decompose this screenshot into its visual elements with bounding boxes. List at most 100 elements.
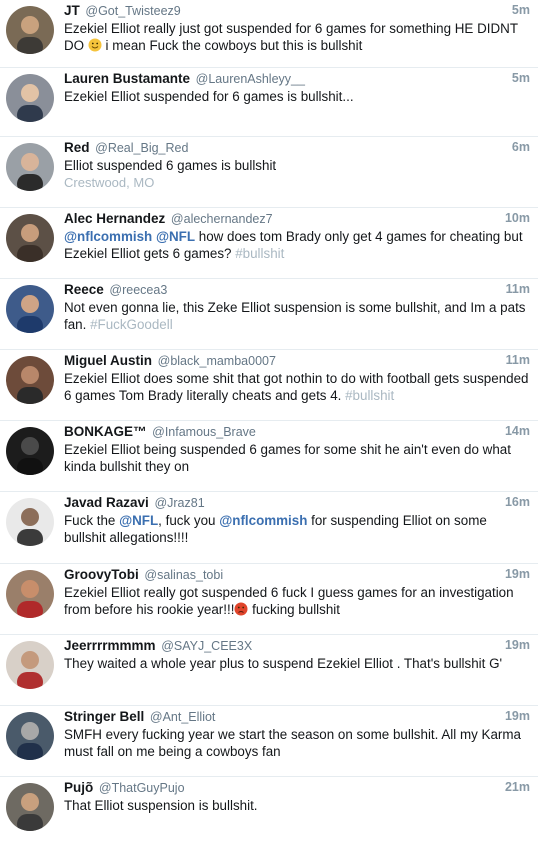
avatar-photo-icon <box>6 427 54 475</box>
tweet-text: Ezekiel Elliot does some shit that got n… <box>64 370 530 404</box>
user-handle[interactable]: @salinas_tobi <box>144 568 223 582</box>
display-name[interactable]: Lauren Bustamante <box>64 71 190 86</box>
avatar[interactable] <box>6 285 54 333</box>
tweet-row[interactable]: Javad Razavi @Jraz81 16m Fuck the @NFL, fu… <box>0 492 538 564</box>
display-name[interactable]: Alec Hernandez <box>64 211 165 226</box>
avatar[interactable] <box>6 74 54 122</box>
tweet-header: Stringer Bell @Ant_Elliot 19m <box>64 708 530 725</box>
avatar-photo-icon <box>6 570 54 618</box>
avatar-photo-icon <box>6 6 54 54</box>
avatar-photo-icon <box>6 214 54 262</box>
avatar[interactable] <box>6 143 54 191</box>
tweet-content: Stringer Bell @Ant_Elliot 19m SMFH every f… <box>64 708 530 760</box>
avatar-photo-icon <box>6 285 54 333</box>
timestamp[interactable]: 5m <box>512 2 530 19</box>
avatar[interactable] <box>6 783 54 831</box>
smiling-face-emoji <box>88 38 102 52</box>
tweet-header: Pujõ @ThatGuyPujo 21m <box>64 779 530 796</box>
tweet-row[interactable]: JT @Got_Twisteez9 5m Ezekiel Elliot really… <box>0 0 538 68</box>
tweet-feed: JT @Got_Twisteez9 5m Ezekiel Elliot really… <box>0 0 538 841</box>
tweet-content: Javad Razavi @Jraz81 16m Fuck the @NFL, fu… <box>64 494 530 546</box>
tweet-row[interactable]: Miguel Austin @black_mamba0007 11m Ezekiel… <box>0 350 538 421</box>
user-handle[interactable]: @Infamous_Brave <box>152 425 256 439</box>
avatar[interactable] <box>6 570 54 618</box>
tweet-row[interactable]: Red @Real_Big_Red 6m Elliot suspended 6 ga… <box>0 137 538 208</box>
user-handle[interactable]: @reecea3 <box>109 283 167 297</box>
tweet-row[interactable]: Pujõ @ThatGuyPujo 21m That Elliot suspensi… <box>0 777 538 841</box>
mention-link[interactable]: @NFL <box>156 229 195 244</box>
tweet-content: BONKAGE™ @Infamous_Brave 14m Ezekiel Ellio… <box>64 423 530 475</box>
tweet-text: Ezekiel Elliot being suspended 6 games f… <box>64 441 530 475</box>
tweet-text: Ezekiel Elliot really got suspended 6 fu… <box>64 584 530 618</box>
avatar-photo-icon <box>6 712 54 760</box>
tweet-content: Alec Hernandez @alechernandez7 10m @nflcom… <box>64 210 530 262</box>
tweet-row[interactable]: Jeerrrrmmmm @SAYJ_CEE3X 19m They waited a … <box>0 635 538 706</box>
timestamp[interactable]: 19m <box>505 566 530 583</box>
timestamp[interactable]: 14m <box>505 423 530 440</box>
timestamp[interactable]: 10m <box>505 210 530 227</box>
avatar[interactable] <box>6 712 54 760</box>
tweet-text-segment: Elliot suspended 6 games is bullshit <box>64 158 277 173</box>
display-name[interactable]: Jeerrrrmmmm <box>64 638 156 653</box>
mention-link[interactable]: @NFL <box>119 513 158 528</box>
angry-face-emoji <box>234 602 248 616</box>
display-name[interactable]: Reece <box>64 282 104 297</box>
user-handle[interactable]: @Ant_Elliot <box>150 710 216 724</box>
tweet-content: GroovyTobi @salinas_tobi 19m Ezekiel Ellio… <box>64 566 530 618</box>
avatar-photo-icon <box>6 641 54 689</box>
tweet-text: Not even gonna lie, this Zeke Elliot sus… <box>64 299 530 333</box>
display-name[interactable]: Javad Razavi <box>64 495 149 510</box>
user-handle[interactable]: @alechernandez7 <box>171 212 273 226</box>
timestamp[interactable]: 19m <box>505 708 530 725</box>
display-name[interactable]: JT <box>64 3 80 18</box>
user-handle[interactable]: @ThatGuyPujo <box>99 781 185 795</box>
timestamp[interactable]: 16m <box>505 494 530 511</box>
avatar[interactable] <box>6 427 54 475</box>
hashtag-link[interactable]: #bullshit <box>345 388 394 403</box>
display-name[interactable]: BONKAGE™ <box>64 424 147 439</box>
timestamp[interactable]: 11m <box>506 352 530 369</box>
tweet-header: Lauren Bustamante @LaurenAshleyy__ 5m <box>64 70 530 87</box>
timestamp[interactable]: 19m <box>505 637 530 654</box>
timestamp[interactable]: 5m <box>512 70 530 87</box>
tweet-row[interactable]: Alec Hernandez @alechernandez7 10m @nflcom… <box>0 208 538 279</box>
avatar[interactable] <box>6 214 54 262</box>
user-handle[interactable]: @LaurenAshleyy__ <box>196 72 305 86</box>
display-name[interactable]: Pujõ <box>64 780 93 795</box>
tweet-text: Elliot suspended 6 games is bullshit <box>64 157 530 174</box>
tweet-text-segment: Ezekiel Elliot being suspended 6 games f… <box>64 442 511 474</box>
avatar-photo-icon <box>6 356 54 404</box>
avatar[interactable] <box>6 6 54 54</box>
tweet-text: Fuck the @NFL, fuck you @nflcommish for … <box>64 512 530 546</box>
avatar[interactable] <box>6 498 54 546</box>
timestamp[interactable]: 6m <box>512 139 530 156</box>
mention-link[interactable]: @nflcommish <box>64 229 152 244</box>
user-handle[interactable]: @black_mamba0007 <box>158 354 276 368</box>
tweet-row[interactable]: Stringer Bell @Ant_Elliot 19m SMFH every f… <box>0 706 538 777</box>
user-handle[interactable]: @Real_Big_Red <box>95 141 188 155</box>
tweet-location: Crestwood, MO <box>64 175 155 190</box>
avatar[interactable] <box>6 356 54 404</box>
tweet-row[interactable]: Lauren Bustamante @LaurenAshleyy__ 5m Ezek… <box>0 68 538 137</box>
timestamp[interactable]: 21m <box>505 779 530 796</box>
display-name[interactable]: GroovyTobi <box>64 567 139 582</box>
timestamp[interactable]: 11m <box>506 281 530 298</box>
tweet-row[interactable]: GroovyTobi @salinas_tobi 19m Ezekiel Ellio… <box>0 564 538 635</box>
hashtag-link[interactable]: #FuckGoodell <box>90 317 173 332</box>
user-handle[interactable]: @Jraz81 <box>154 496 204 510</box>
tweet-text: That Elliot suspension is bullshit. <box>64 797 530 814</box>
avatar[interactable] <box>6 641 54 689</box>
tweet-header: GroovyTobi @salinas_tobi 19m <box>64 566 530 583</box>
tweet-row[interactable]: Reece @reecea3 11m Not even gonna lie, thi… <box>0 279 538 350</box>
user-handle[interactable]: @Got_Twisteez9 <box>85 4 180 18</box>
hashtag-link[interactable]: #bullshit <box>235 246 284 261</box>
tweet-header: Javad Razavi @Jraz81 16m <box>64 494 530 511</box>
tweet-header: Miguel Austin @black_mamba0007 11m <box>64 352 530 369</box>
display-name[interactable]: Red <box>64 140 90 155</box>
tweet-row[interactable]: BONKAGE™ @Infamous_Brave 14m Ezekiel Ellio… <box>0 421 538 492</box>
mention-link[interactable]: @nflcommish <box>219 513 307 528</box>
tweet-text-segment: i mean Fuck the cowboys but this is bull… <box>101 38 363 53</box>
user-handle[interactable]: @SAYJ_CEE3X <box>161 639 252 653</box>
display-name[interactable]: Stringer Bell <box>64 709 144 724</box>
display-name[interactable]: Miguel Austin <box>64 353 152 368</box>
